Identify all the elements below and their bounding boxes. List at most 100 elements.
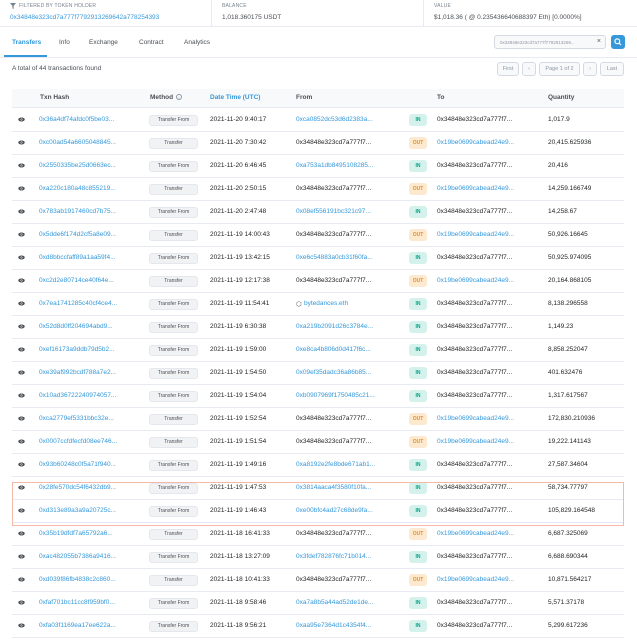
eye-icon[interactable] bbox=[18, 623, 25, 628]
txn-hash-link[interactable]: 0xef16173a9ddb79d5b2... bbox=[39, 346, 134, 353]
eye-icon[interactable] bbox=[18, 577, 25, 582]
from-address[interactable]: 0x08ef556191bc321c97... bbox=[296, 208, 398, 215]
txn-hash-link[interactable]: 0xac482055b7386a9416... bbox=[39, 553, 134, 560]
search-button[interactable] bbox=[611, 35, 625, 49]
date-time: 2021-11-19 1:46:43 bbox=[210, 507, 267, 514]
txn-hash-link[interactable]: 0x93b60248c0f5a71f940... bbox=[39, 461, 134, 468]
to-address: 0x34848e323cd7a777f7... bbox=[437, 116, 513, 123]
table-row: 0xac482055b7386a9416... Transfer From 2021… bbox=[12, 546, 624, 569]
eye-icon[interactable] bbox=[18, 163, 25, 168]
from-address[interactable]: 0xe8ca4b806d0d417f6c... bbox=[296, 346, 398, 353]
eye-icon[interactable] bbox=[18, 186, 25, 191]
eye-icon[interactable] bbox=[18, 416, 25, 421]
txn-hash-link[interactable]: 0x783ab1917460cd7b75... bbox=[39, 208, 134, 215]
method-badge: Transfer From bbox=[149, 345, 198, 356]
col-date-time[interactable]: Date Time (UTC) bbox=[210, 94, 260, 101]
value-value: $1,018.36 ( @ 0.235436640688397 Eth) [0.… bbox=[434, 14, 582, 21]
prev-page-button[interactable]: ‹ bbox=[522, 62, 536, 76]
txn-hash-link[interactable]: 0x5dde6f174d2cf5a8e09... bbox=[39, 231, 134, 238]
txn-hash-link[interactable]: 0xd8bbccfaff89a1aa59f4... bbox=[39, 254, 134, 261]
tab-exchange[interactable]: Exchange bbox=[89, 39, 118, 46]
txn-hash-link[interactable]: 0xfa03f1169ea17ee622a... bbox=[39, 622, 134, 629]
txn-hash-link[interactable]: 0x36a4df74afdc0f5be03... bbox=[39, 116, 134, 123]
tab-analytics[interactable]: Analytics bbox=[184, 39, 210, 46]
quantity: 20,415.625936 bbox=[548, 139, 592, 146]
eye-icon[interactable] bbox=[18, 347, 25, 352]
txn-hash-link[interactable]: 0x52d8d0ff204694abd9... bbox=[39, 323, 134, 330]
eye-icon[interactable] bbox=[18, 278, 25, 283]
txn-hash-link[interactable]: 0xe39af992bcdf788a7e2... bbox=[39, 369, 134, 376]
table-row: 0xc00ad54a6605048845... Transfer 2021-11-2… bbox=[12, 132, 624, 155]
txn-hash-link[interactable]: 0x0007ccfdfecfd08ee746... bbox=[39, 438, 134, 445]
txn-hash-link[interactable]: 0x7ea1741285c40cf4ce4... bbox=[39, 300, 134, 307]
direction-badge: OUT bbox=[409, 229, 427, 241]
eye-icon[interactable] bbox=[18, 117, 25, 122]
from-address[interactable]: 0xca0852dc53d6d2383a... bbox=[296, 116, 398, 123]
table-row: 0xca2779ef5331bbc32e... Transfer 2021-11-1… bbox=[12, 408, 624, 431]
txn-hash-link[interactable]: 0xc2d2e80714ce40f64e... bbox=[39, 277, 134, 284]
from-address[interactable]: 0xa8192e2fe8bde671ab1... bbox=[296, 461, 398, 468]
txn-hash-link[interactable]: 0xa220c180a48c855219... bbox=[39, 185, 134, 192]
holder-address-link[interactable]: 0x34848e323cd7a777f7792913269642a7782543… bbox=[10, 14, 211, 21]
eye-icon[interactable] bbox=[18, 324, 25, 329]
from-address[interactable]: 0xe6c54883a0cb31f60fa... bbox=[296, 254, 398, 261]
txn-hash-link[interactable]: 0x10ad36722240974057... bbox=[39, 392, 134, 399]
next-page-button[interactable]: › bbox=[583, 62, 597, 76]
to-address[interactable]: 0x19be0699cabead24e9... bbox=[437, 438, 537, 445]
date-time: 2021-11-19 14:00:43 bbox=[210, 231, 270, 238]
method-badge: Transfer From bbox=[149, 506, 198, 517]
from-address[interactable]: 0xa219b2091d26c3784e... bbox=[296, 323, 398, 330]
method-badge: Transfer bbox=[149, 575, 198, 586]
date-time: 2021-11-19 1:54:50 bbox=[210, 369, 267, 376]
date-time: 2021-11-18 13:27:09 bbox=[210, 553, 270, 560]
eye-icon[interactable] bbox=[18, 485, 25, 490]
clear-filter-icon[interactable]: × bbox=[597, 38, 601, 45]
to-address[interactable]: 0x19be0699cabead24e9... bbox=[437, 415, 537, 422]
first-page-button[interactable]: First bbox=[497, 62, 519, 76]
from-address[interactable]: 0x3fdef782876fc71b014... bbox=[296, 553, 398, 560]
from-address[interactable]: 0xaa95e7364d1c4354f4... bbox=[296, 622, 398, 629]
eye-icon[interactable] bbox=[18, 140, 25, 145]
eye-icon[interactable] bbox=[18, 301, 25, 306]
txn-hash-link[interactable]: 0xca2779ef5331bbc32e... bbox=[39, 415, 134, 422]
txn-hash-link[interactable]: 0xc00ad54a6605048845... bbox=[39, 139, 134, 146]
eye-icon[interactable] bbox=[18, 600, 25, 605]
eye-icon[interactable] bbox=[18, 508, 25, 513]
txn-hash-link[interactable]: 0xd313e89a3a9a20725c... bbox=[39, 507, 134, 514]
info-icon[interactable]: i bbox=[175, 94, 182, 100]
txn-hash-link[interactable]: 0x2550335be25d0663ec... bbox=[39, 162, 134, 169]
txn-hash-link[interactable]: 0xfaf701bc11cc8f959bf0... bbox=[39, 599, 134, 606]
to-address[interactable]: 0x19be0699cabead24e9... bbox=[437, 277, 537, 284]
table-row: 0xc2d2e80714ce40f64e... Transfer 2021-11-1… bbox=[12, 270, 624, 293]
eye-icon[interactable] bbox=[18, 531, 25, 536]
txn-hash-link[interactable]: 0xd039f86fb4838c2c860... bbox=[39, 576, 134, 583]
last-page-button[interactable]: Last bbox=[600, 62, 624, 76]
from-address[interactable]: 0xa753a1db8495108285... bbox=[296, 162, 398, 169]
eye-icon[interactable] bbox=[18, 393, 25, 398]
eye-icon[interactable] bbox=[18, 232, 25, 237]
from-address[interactable]: 0xe00bfc4ad27c68de9fa... bbox=[296, 507, 398, 514]
eye-icon[interactable] bbox=[18, 439, 25, 444]
from-address[interactable]: 0xa7a8b5a44ad52de1de... bbox=[296, 599, 398, 606]
table-row: 0xd039f86fb4838c2c860... Transfer 2021-11-… bbox=[12, 569, 624, 592]
to-address[interactable]: 0x19be0699cabead24e9... bbox=[437, 185, 537, 192]
address-filter-input[interactable]: 0x34848e323cd7a777f7792913269... × bbox=[494, 35, 606, 49]
eye-icon[interactable] bbox=[18, 255, 25, 260]
to-address[interactable]: 0x19be0699cabead24e9... bbox=[437, 576, 537, 583]
to-address[interactable]: 0x19be0699cabead24e9... bbox=[437, 530, 537, 537]
tab-contract[interactable]: Contract bbox=[139, 39, 164, 46]
eye-icon[interactable] bbox=[18, 554, 25, 559]
eye-icon[interactable] bbox=[18, 370, 25, 375]
from-address[interactable]: 0xb0907969f1750485c21... bbox=[296, 392, 398, 399]
from-address[interactable]: bytedances.eth bbox=[304, 300, 398, 307]
from-address[interactable]: 0x3814aaca4f3580f10fa... bbox=[296, 484, 398, 491]
tab-transfers[interactable]: Transfers bbox=[12, 39, 41, 46]
tab-info[interactable]: Info bbox=[59, 39, 70, 46]
eye-icon[interactable] bbox=[18, 209, 25, 214]
eye-icon[interactable] bbox=[18, 462, 25, 467]
to-address[interactable]: 0x19be0699cabead24e9... bbox=[437, 231, 537, 238]
txn-hash-link[interactable]: 0x28fe570dc54f6432db9... bbox=[39, 484, 134, 491]
to-address[interactable]: 0x19be0699cabead24e9... bbox=[437, 139, 537, 146]
txn-hash-link[interactable]: 0x35b19dfdf7a65792a6... bbox=[39, 530, 134, 537]
from-address[interactable]: 0x09ef35dadc36a86b85... bbox=[296, 369, 398, 376]
